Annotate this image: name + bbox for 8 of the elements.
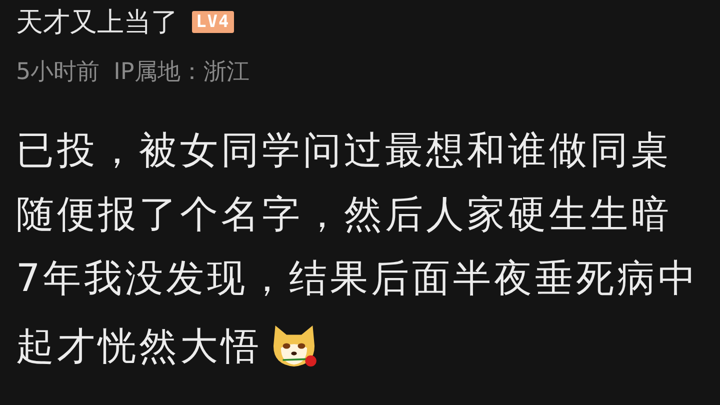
ip-location: IP属地：浙江 bbox=[114, 58, 250, 87]
comment-text: 已投，被女同学问过最想和谁做同桌 bbox=[16, 126, 672, 174]
comment-text: 随便报了个名字，然后人家硬生生暗 bbox=[16, 190, 672, 238]
comment-text: 7年我没发现，结果后面半夜垂死病中 bbox=[16, 254, 700, 302]
username[interactable]: 天才又上当了 bbox=[16, 4, 178, 40]
post-time: 5小时前 bbox=[16, 58, 100, 87]
level-badge: LV4 bbox=[192, 11, 234, 33]
comment-text: 起才恍然大悟 bbox=[16, 322, 262, 370]
